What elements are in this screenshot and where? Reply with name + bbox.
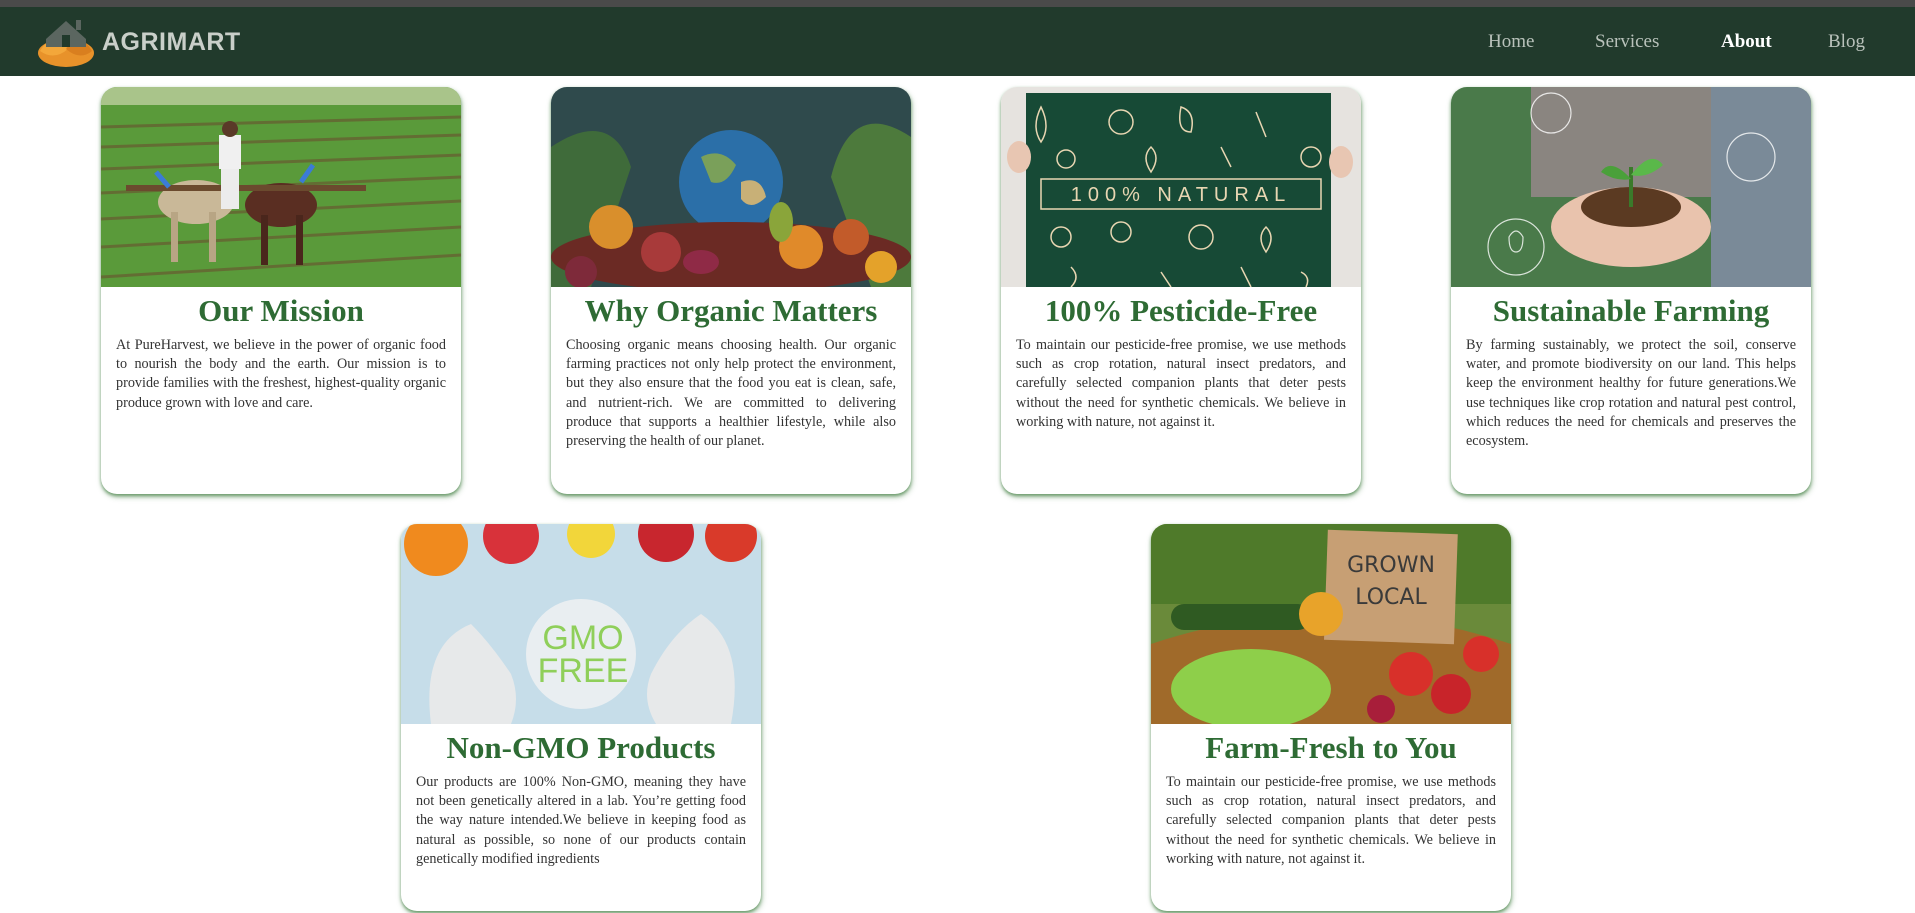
hands-holding-seedling-image xyxy=(1451,87,1811,287)
card-why-organic: Why Organic Matters Choosing organic mea… xyxy=(551,87,911,494)
brand-name: AGRIMART xyxy=(102,27,241,56)
card-title: 100% Pesticide-Free xyxy=(1044,293,1318,328)
card-sustainable-farming: Sustainable Farming By farming sustainab… xyxy=(1451,87,1811,494)
nav-about[interactable]: About xyxy=(1721,31,1772,53)
nav-blog[interactable]: Blog xyxy=(1828,31,1865,53)
card-pesticide-free: 100% NATURAL 100% Pesticide-Free To main… xyxy=(1001,87,1361,494)
card-farm-fresh: GROWN LOCAL Farm-Fresh to You To maintai… xyxy=(1151,524,1511,911)
svg-text:100% NATURAL: 100% NATURAL xyxy=(1071,184,1292,206)
card-title: Farm-Fresh to You xyxy=(1205,730,1457,765)
card-title: Our Mission xyxy=(198,293,364,328)
nav-home[interactable]: Home xyxy=(1488,31,1534,53)
svg-text:LOCAL: LOCAL xyxy=(1355,585,1427,610)
farmer-plowing-with-oxen-image xyxy=(101,87,461,287)
card-title: Why Organic Matters xyxy=(584,293,878,328)
card-text: To maintain our pesticide-free promise, … xyxy=(1166,774,1496,867)
card-non-gmo: GMO FREE Non-GMO Products Our products a… xyxy=(401,524,761,911)
card-title: Sustainable Farming xyxy=(1492,293,1770,328)
svg-text:GROWN: GROWN xyxy=(1347,553,1435,578)
top-border xyxy=(0,0,1915,7)
svg-text:FREE: FREE xyxy=(538,652,629,690)
card-our-mission: Our Mission At PureHarvest, we believe i… xyxy=(101,87,461,494)
logo[interactable]: AGRIMART xyxy=(32,11,262,73)
nav-services[interactable]: Services xyxy=(1595,31,1659,53)
navbar: AGRIMART Home Services About Blog xyxy=(0,7,1915,76)
card-text: Choosing organic means choosing health. … xyxy=(566,337,896,450)
globe-among-fruits-image xyxy=(551,87,911,287)
gmo-free-gloves-image: GMO FREE xyxy=(401,524,761,724)
grown-local-basket-image: GROWN LOCAL xyxy=(1151,524,1511,724)
card-text: Our products are 100% Non-GMO, meaning t… xyxy=(416,774,746,867)
card-text: By farming sustainably, we protect the s… xyxy=(1466,337,1796,450)
card-title: Non-GMO Products xyxy=(446,730,716,765)
card-text: At PureHarvest, we believe in the power … xyxy=(116,337,446,411)
house-leaf-logo-icon xyxy=(38,20,94,67)
card-text: To maintain our pesticide-free promise, … xyxy=(1016,337,1346,430)
natural-vegetables-sign-image: 100% NATURAL xyxy=(1001,87,1361,287)
